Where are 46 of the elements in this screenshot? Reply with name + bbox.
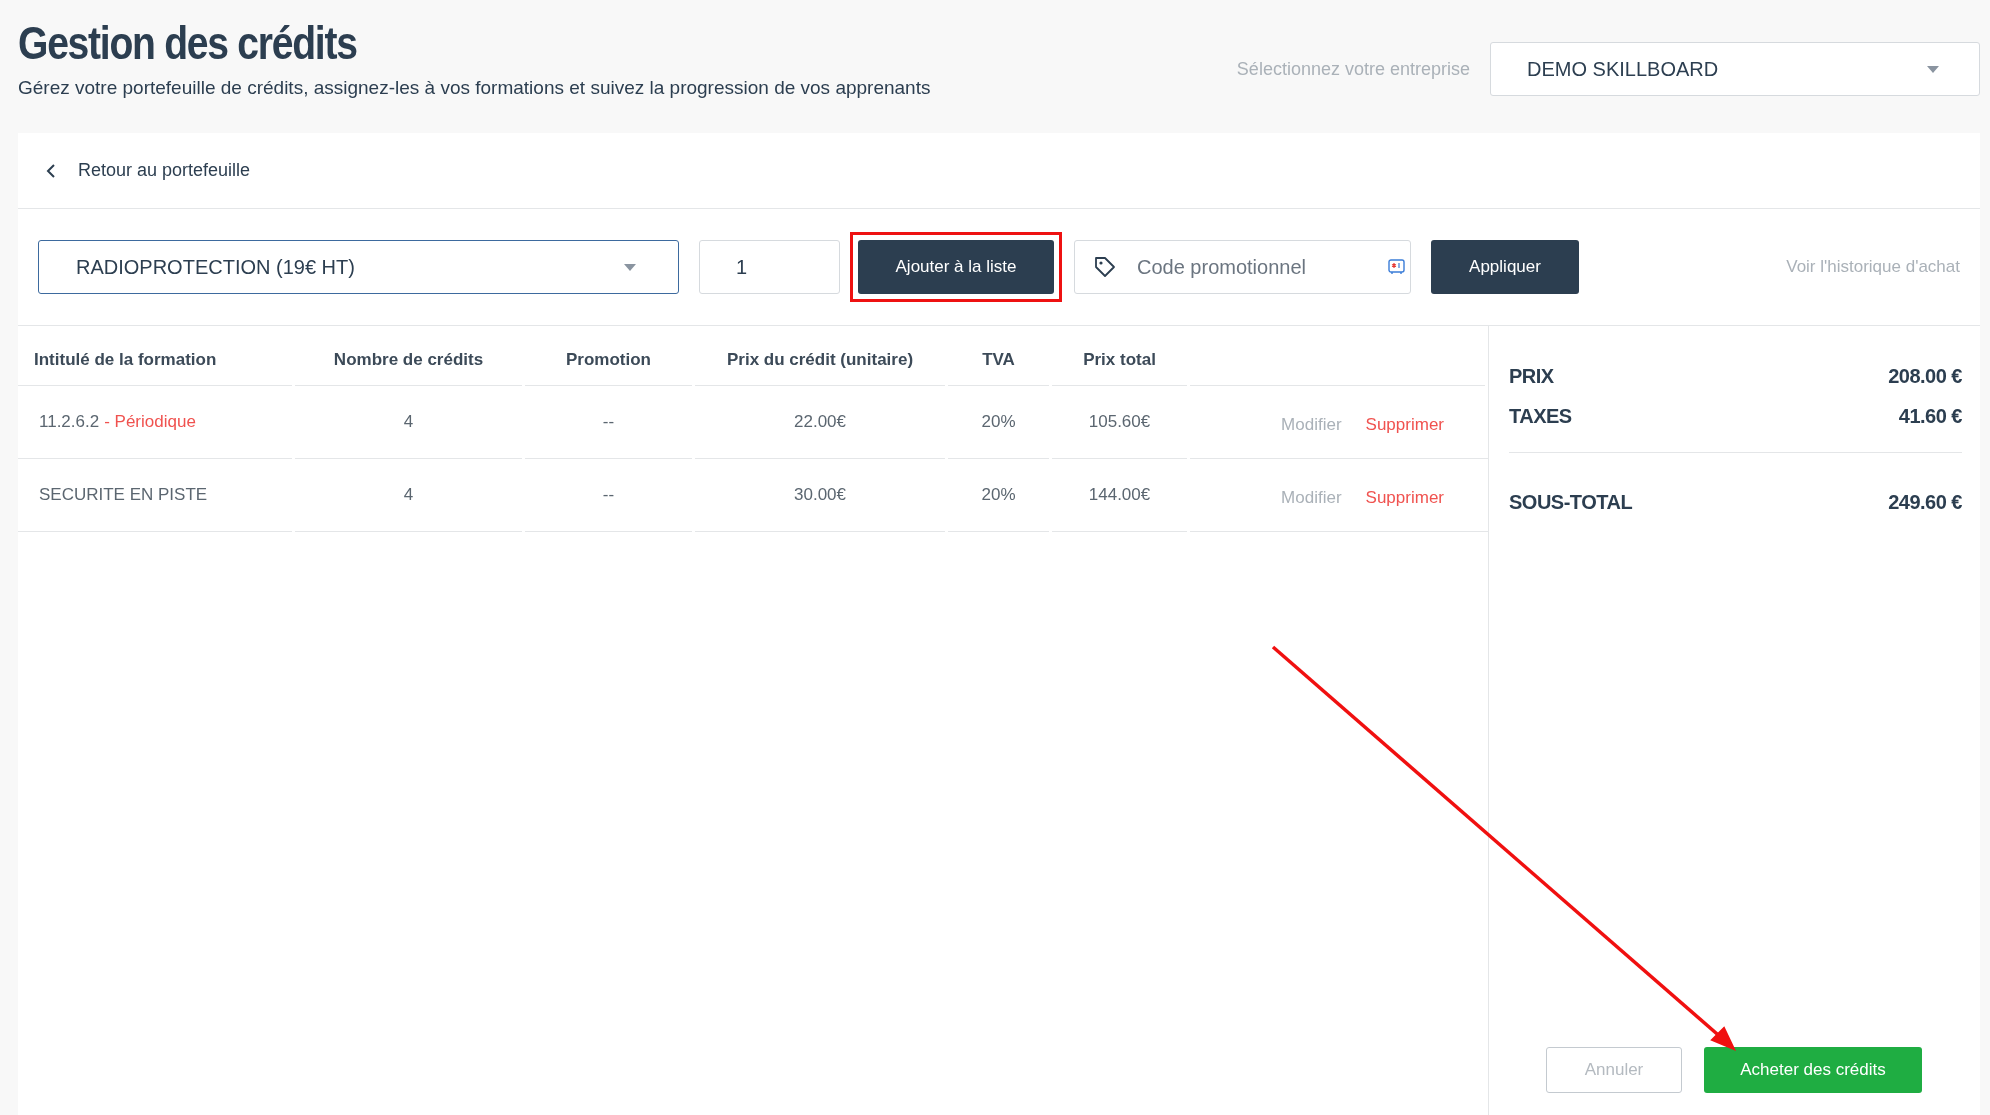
subtotal-label: SOUS-TOTAL <box>1509 490 1633 514</box>
table-cell: 4 <box>403 412 414 432</box>
column-header: Nombre de crédits <box>333 349 484 370</box>
promo-code-field[interactable]: Code promotionnel <box>1074 240 1411 294</box>
caret-icon <box>624 263 636 271</box>
column-header: TVA <box>982 349 1015 370</box>
table-cell: 11.2.6.2 - Périodique <box>39 412 196 432</box>
page-subtitle: Gérez votre portefeuille de crédits, assignez-les à vos formations et suivez la progression de vos apprenants <box>18 76 931 99</box>
company-select[interactable]: DEMO SKILLBOARD <box>1490 42 1980 96</box>
purchase-history-link[interactable]: Voir l'historique d'achat <box>1786 257 1960 277</box>
back-link[interactable]: Retour au portefeuille <box>46 160 251 181</box>
edit-link[interactable]: Modifier <box>1281 414 1342 435</box>
company-label: Sélectionnez votre entreprise <box>1236 58 1470 80</box>
add-to-list-button[interactable]: Ajouter à la liste <box>858 240 1054 294</box>
edit-link[interactable]: Modifier <box>1281 487 1342 508</box>
table-cell: -- <box>602 485 615 505</box>
table-cell: 22.00€ <box>794 412 846 432</box>
caret-icon <box>1927 65 1939 73</box>
summary-label: TAXES <box>1509 404 1572 428</box>
table-cell: 105.60€ <box>1088 412 1151 432</box>
summary-value: 41.60 € <box>1898 404 1962 428</box>
table-cell: 20% <box>981 485 1016 505</box>
password-manager-icon <box>1388 259 1405 275</box>
summary-value: 208.00 € <box>1888 364 1962 388</box>
chevron-left-icon <box>46 163 56 178</box>
table-cell: 30.00€ <box>794 485 846 505</box>
page-title: Gestion des crédits <box>18 18 358 69</box>
buy-credits-button[interactable]: Acheter des crédits <box>1704 1047 1922 1093</box>
delete-link[interactable]: Supprimer <box>1365 487 1444 508</box>
table-cell: -- <box>602 412 615 432</box>
table-cell: 4 <box>403 485 414 505</box>
cancel-button[interactable]: Annuler <box>1546 1047 1682 1093</box>
delete-link[interactable]: Supprimer <box>1365 414 1444 435</box>
column-header: Promotion <box>566 349 651 370</box>
table-cell: 144.00€ <box>1088 485 1151 505</box>
table-cell: SECURITE EN PISTE <box>39 485 208 505</box>
apply-button[interactable]: Appliquer <box>1431 240 1579 294</box>
tag-icon <box>1094 256 1116 278</box>
column-header: Intitulé de la formation <box>34 349 217 370</box>
summary-label: PRIX <box>1509 364 1554 388</box>
quantity-field[interactable]: 1 <box>699 240 840 294</box>
formation-select[interactable]: RADIOPROTECTION (19€ HT) <box>38 240 679 294</box>
table-cell: 20% <box>981 412 1016 432</box>
column-header: Prix total <box>1083 349 1156 370</box>
column-header: Prix du crédit (unitaire) <box>726 349 914 370</box>
subtotal-value: 249.60 € <box>1888 490 1962 514</box>
